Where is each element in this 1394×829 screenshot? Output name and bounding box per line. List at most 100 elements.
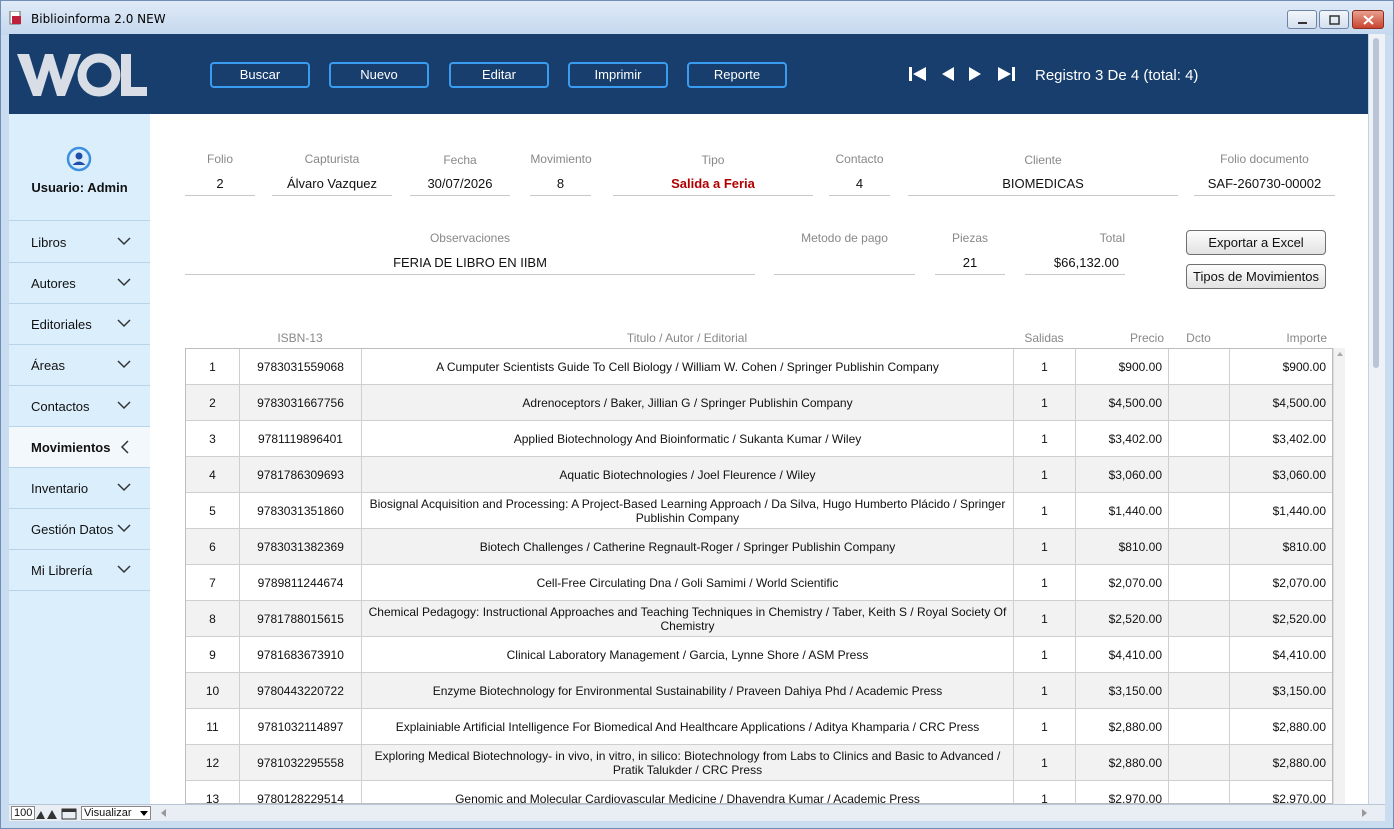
isbn-cell: 9780128229514	[240, 781, 362, 803]
tipos-movimientos-button[interactable]: Tipos de Movimientos	[1186, 264, 1326, 289]
importe-cell: $2,070.00	[1272, 576, 1326, 590]
salidas-cell: 1	[1014, 349, 1076, 385]
title-cell: Chemical Pedagogy: Instructional Approac…	[362, 601, 1014, 637]
dcto-cell	[1169, 709, 1230, 745]
importe-header: Importe	[1286, 331, 1327, 345]
close-button[interactable]	[1352, 10, 1384, 29]
reporte-button[interactable]: Reporte	[687, 62, 787, 88]
user-panel: Usuario: Admin	[9, 114, 150, 221]
horizontal-scrollbar[interactable]	[159, 807, 1369, 819]
importe-cell: $2,880.00	[1272, 720, 1326, 734]
chevron-down-icon	[117, 483, 131, 492]
zoom-level[interactable]: 100	[11, 806, 36, 820]
table-scrollbar[interactable]	[1333, 348, 1345, 804]
maximize-button[interactable]	[1319, 10, 1349, 29]
table-row[interactable]: 10 9780443220722 Enzyme Biotechnology fo…	[186, 673, 1332, 709]
sidebar-item-mi-libreria[interactable]: Mi Librería	[9, 550, 150, 591]
dcto-header: Dcto	[1186, 331, 1211, 345]
capturista-field[interactable]: Álvaro Vazquez	[272, 174, 392, 196]
sidebar-item-areas[interactable]: Áreas	[9, 345, 150, 386]
movimiento-field[interactable]: 8	[530, 174, 591, 196]
table-row[interactable]: 7 9789811244674 Cell-Free Circulating Dn…	[186, 565, 1332, 601]
table-row[interactable]: 8 9781788015615 Chemical Pedagogy: Instr…	[186, 601, 1332, 637]
table-row[interactable]: 5 9783031351860 Biosignal Acquisition an…	[186, 493, 1332, 529]
sidebar: Usuario: Admin Libros Autores Editoriale…	[9, 114, 150, 804]
piezas-field[interactable]: 21	[935, 253, 1005, 275]
imprimir-button[interactable]: Imprimir	[568, 62, 668, 88]
fecha-field[interactable]: 30/07/2026	[410, 174, 510, 196]
importe-cell: $3,150.00	[1272, 684, 1326, 698]
precio-cell: $2,520.00	[1076, 601, 1169, 637]
sidebar-item-contactos[interactable]: Contactos	[9, 386, 150, 427]
movimiento-label: Movimiento	[530, 152, 592, 166]
tipo-field[interactable]: Salida a Feria	[613, 174, 813, 196]
row-number: 13	[186, 781, 240, 803]
precio-cell: $4,500.00	[1076, 385, 1169, 421]
precio-cell: $2,880.00	[1076, 709, 1169, 745]
precio-cell: $3,060.00	[1076, 457, 1169, 493]
sidebar-item-movimientos[interactable]: Movimientos	[9, 427, 150, 468]
folio-documento-field[interactable]: SAF-260730-00002	[1194, 174, 1335, 196]
contacto-field[interactable]: 4	[829, 174, 890, 196]
tipo-label: Tipo	[701, 153, 725, 167]
isbn-cell: 9789811244674	[240, 565, 362, 601]
next-record-icon[interactable]	[968, 66, 982, 82]
cliente-label: Cliente	[1024, 153, 1062, 167]
isbn-cell: 9781032114897	[240, 709, 362, 745]
dcto-cell	[1169, 781, 1230, 803]
first-record-icon[interactable]	[909, 66, 927, 82]
view-mode-select[interactable]: Visualizar	[81, 806, 151, 820]
piezas-label: Piezas	[951, 231, 989, 245]
table-row[interactable]: 2 9783031667756 Adrenoceptors / Baker, J…	[186, 385, 1332, 421]
editar-button[interactable]: Editar	[449, 62, 549, 88]
chevron-down-icon	[117, 319, 131, 328]
metodo-pago-field[interactable]	[774, 253, 915, 275]
view-mode-label: Visualizar	[84, 807, 132, 819]
total-field[interactable]: $66,132.00	[1025, 253, 1125, 275]
table-row[interactable]: 1 9783031559068 A Cumputer Scientists Gu…	[186, 349, 1332, 385]
view-mode-icons[interactable]	[35, 807, 79, 820]
observaciones-field[interactable]: FERIA DE LIBRO EN IIBM	[185, 253, 755, 275]
exportar-excel-button[interactable]: Exportar a Excel	[1186, 230, 1326, 255]
user-label: Usuario: Admin	[31, 180, 128, 195]
row-number: 6	[186, 529, 240, 565]
table-row[interactable]: 9 9781683673910 Clinical Laboratory Mana…	[186, 637, 1332, 673]
scroll-up-icon[interactable]	[1334, 349, 1346, 359]
salidas-cell: 1	[1014, 709, 1076, 745]
scroll-thumb[interactable]	[1373, 38, 1379, 368]
title-cell: Biotech Challenges / Catherine Regnault-…	[362, 529, 1014, 565]
observaciones-label: Observaciones	[429, 231, 511, 245]
nuevo-button[interactable]: Nuevo	[329, 62, 429, 88]
folio-label: Folio	[206, 152, 233, 166]
table-row[interactable]: 6 9783031382369 Biotech Challenges / Cat…	[186, 529, 1332, 565]
table-row[interactable]: 4 9781786309693 Aquatic Biotechnologies …	[186, 457, 1332, 493]
sidebar-item-libros[interactable]: Libros	[9, 222, 150, 263]
buscar-button[interactable]: Buscar	[210, 62, 310, 88]
importe-cell: $4,410.00	[1272, 648, 1326, 662]
sidebar-item-editoriales[interactable]: Editoriales	[9, 304, 150, 345]
sidebar-item-label: Mi Librería	[31, 563, 93, 578]
restore-icon	[1329, 15, 1340, 25]
isbn-cell: 9780443220722	[240, 673, 362, 709]
chevron-left-icon	[120, 440, 129, 454]
folio-field[interactable]: 2	[185, 174, 255, 196]
minimize-button[interactable]	[1287, 10, 1317, 29]
table-row[interactable]: 12 9781032295558 Exploring Medical Biote…	[186, 745, 1332, 781]
precio-cell: $3,150.00	[1076, 673, 1169, 709]
window-vertical-scrollbar[interactable]	[1368, 34, 1385, 804]
row-number: 11	[186, 709, 240, 745]
last-record-icon[interactable]	[997, 66, 1015, 82]
table-row[interactable]: 11 9781032114897 Explainiable Artificial…	[186, 709, 1332, 745]
sidebar-item-autores[interactable]: Autores	[9, 263, 150, 304]
table-row[interactable]: 13 9780128229514 Genomic and Molecular C…	[186, 781, 1332, 803]
cliente-field[interactable]: BIOMEDICAS	[908, 174, 1178, 196]
row-number: 5	[186, 493, 240, 529]
prev-record-icon[interactable]	[941, 66, 955, 82]
title-cell: Adrenoceptors / Baker, Jillian G / Sprin…	[362, 385, 1014, 421]
isbn-header: ISBN-13	[277, 331, 323, 345]
dcto-cell	[1169, 457, 1230, 493]
table-row[interactable]: 3 9781119896401 Applied Biotechnology An…	[186, 421, 1332, 457]
sidebar-item-gestion-datos[interactable]: Gestión Datos	[9, 509, 150, 550]
sidebar-item-inventario[interactable]: Inventario	[9, 468, 150, 509]
dcto-cell	[1169, 385, 1230, 421]
